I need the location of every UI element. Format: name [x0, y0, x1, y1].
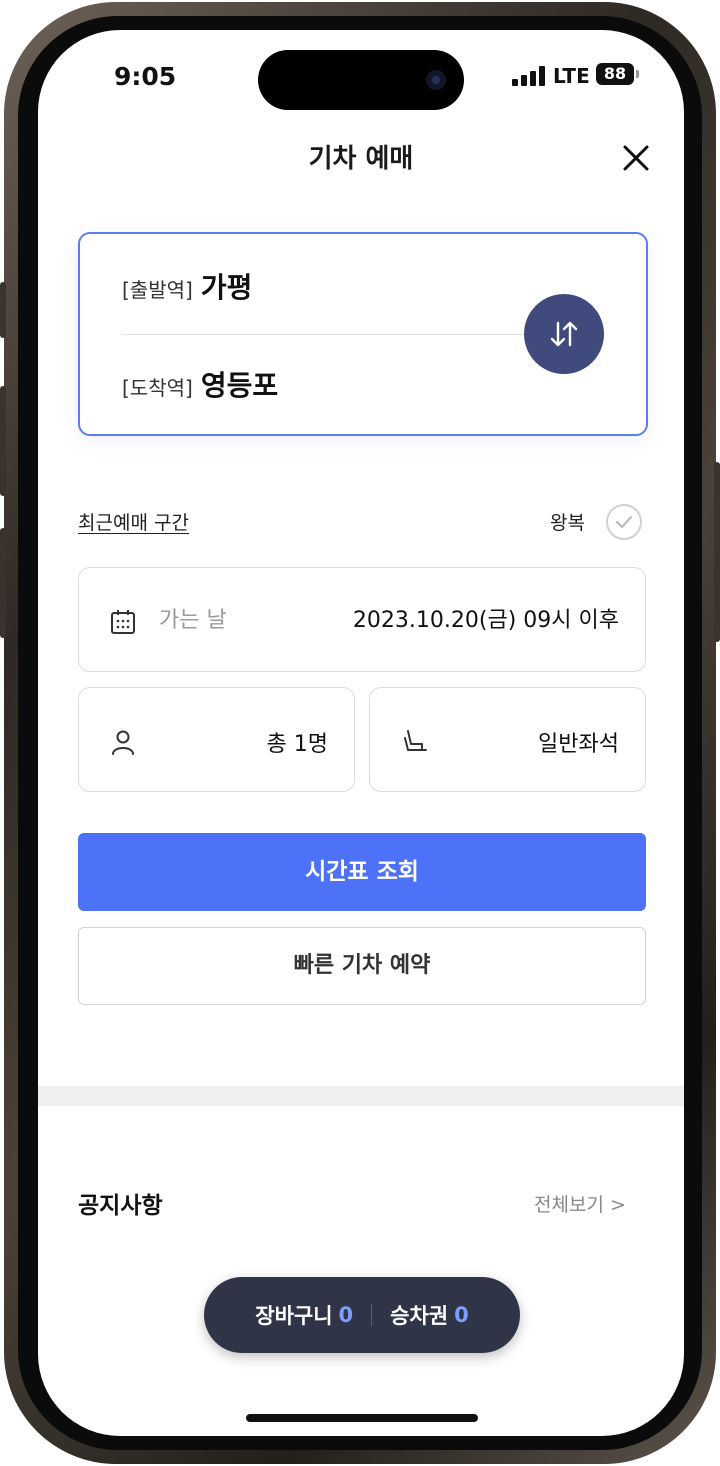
station-divider [122, 334, 542, 335]
quick-reserve-button[interactable]: 빠른 기차 예약 [78, 927, 646, 1005]
close-icon[interactable] [620, 142, 652, 174]
departure-prefix: [출발역] [122, 278, 193, 302]
seat-type-field[interactable]: 일반좌석 [369, 687, 646, 792]
arrival-station[interactable]: [도착역] 영등포 [122, 364, 278, 404]
check-icon [615, 515, 633, 529]
section-divider [38, 1086, 684, 1106]
cart-count: 0 [338, 1303, 354, 1327]
search-timetable-button[interactable]: 시간표 조회 [78, 833, 646, 911]
date-value: 2023.10.20(금) 09시 이후 [352, 608, 619, 633]
battery-tip [636, 70, 639, 78]
signal-icon [512, 66, 546, 86]
notice-title: 공지사항 [78, 1193, 163, 1219]
station-selector: [출발역] 가평 [도착역] 영등포 [78, 232, 648, 436]
departure-date-field[interactable]: 가는 날 2023.10.20(금) 09시 이후 [78, 567, 646, 672]
seat-icon [404, 730, 427, 751]
page-title: 기차 예매 [308, 144, 414, 174]
roundtrip-checkbox[interactable] [606, 504, 642, 540]
cart-button[interactable]: 장바구니 0 [255, 1300, 353, 1330]
volume-up-button [0, 386, 6, 496]
tickets-button[interactable]: 승차권 0 [390, 1300, 469, 1330]
network-label: LTE [553, 64, 590, 88]
pill-separator [371, 1304, 373, 1326]
app-screen: 9:05 LTE 88 기차 예매 [출발역] 가평 [도착역] 영등포 최근예… [38, 30, 684, 1436]
notice-view-all-link[interactable]: 전체보기 > [534, 1190, 626, 1217]
ticket-label: 승차권 [390, 1304, 449, 1328]
volume-down-button [0, 528, 6, 638]
arrival-name: 영등포 [200, 369, 279, 402]
passenger-value: 총 1명 [266, 732, 328, 757]
cart-ticket-pill: 장바구니 0 승차권 0 [204, 1277, 520, 1353]
battery-icon: 88 [596, 63, 634, 85]
recent-routes-link[interactable]: 최근예매 구간 [78, 508, 189, 535]
departure-name: 가평 [200, 271, 253, 304]
seat-value: 일반좌석 [538, 732, 619, 757]
power-button [714, 462, 720, 642]
swap-stations-button[interactable] [524, 294, 604, 374]
passenger-count-field[interactable]: 총 1명 [78, 687, 355, 792]
ticket-count: 0 [454, 1303, 469, 1327]
dynamic-island [258, 50, 464, 110]
camera-icon [426, 70, 446, 90]
roundtrip-label: 왕복 [550, 512, 585, 534]
date-label: 가는 날 [159, 608, 227, 633]
action-button [0, 282, 6, 338]
person-icon [112, 730, 134, 755]
swap-icon [550, 321, 578, 347]
calendar-icon [111, 610, 135, 634]
arrival-prefix: [도착역] [122, 376, 193, 400]
home-indicator[interactable] [246, 1414, 478, 1422]
departure-station[interactable]: [출발역] 가평 [122, 266, 252, 306]
cart-label: 장바구니 [255, 1304, 333, 1328]
status-time: 9:05 [114, 62, 177, 91]
